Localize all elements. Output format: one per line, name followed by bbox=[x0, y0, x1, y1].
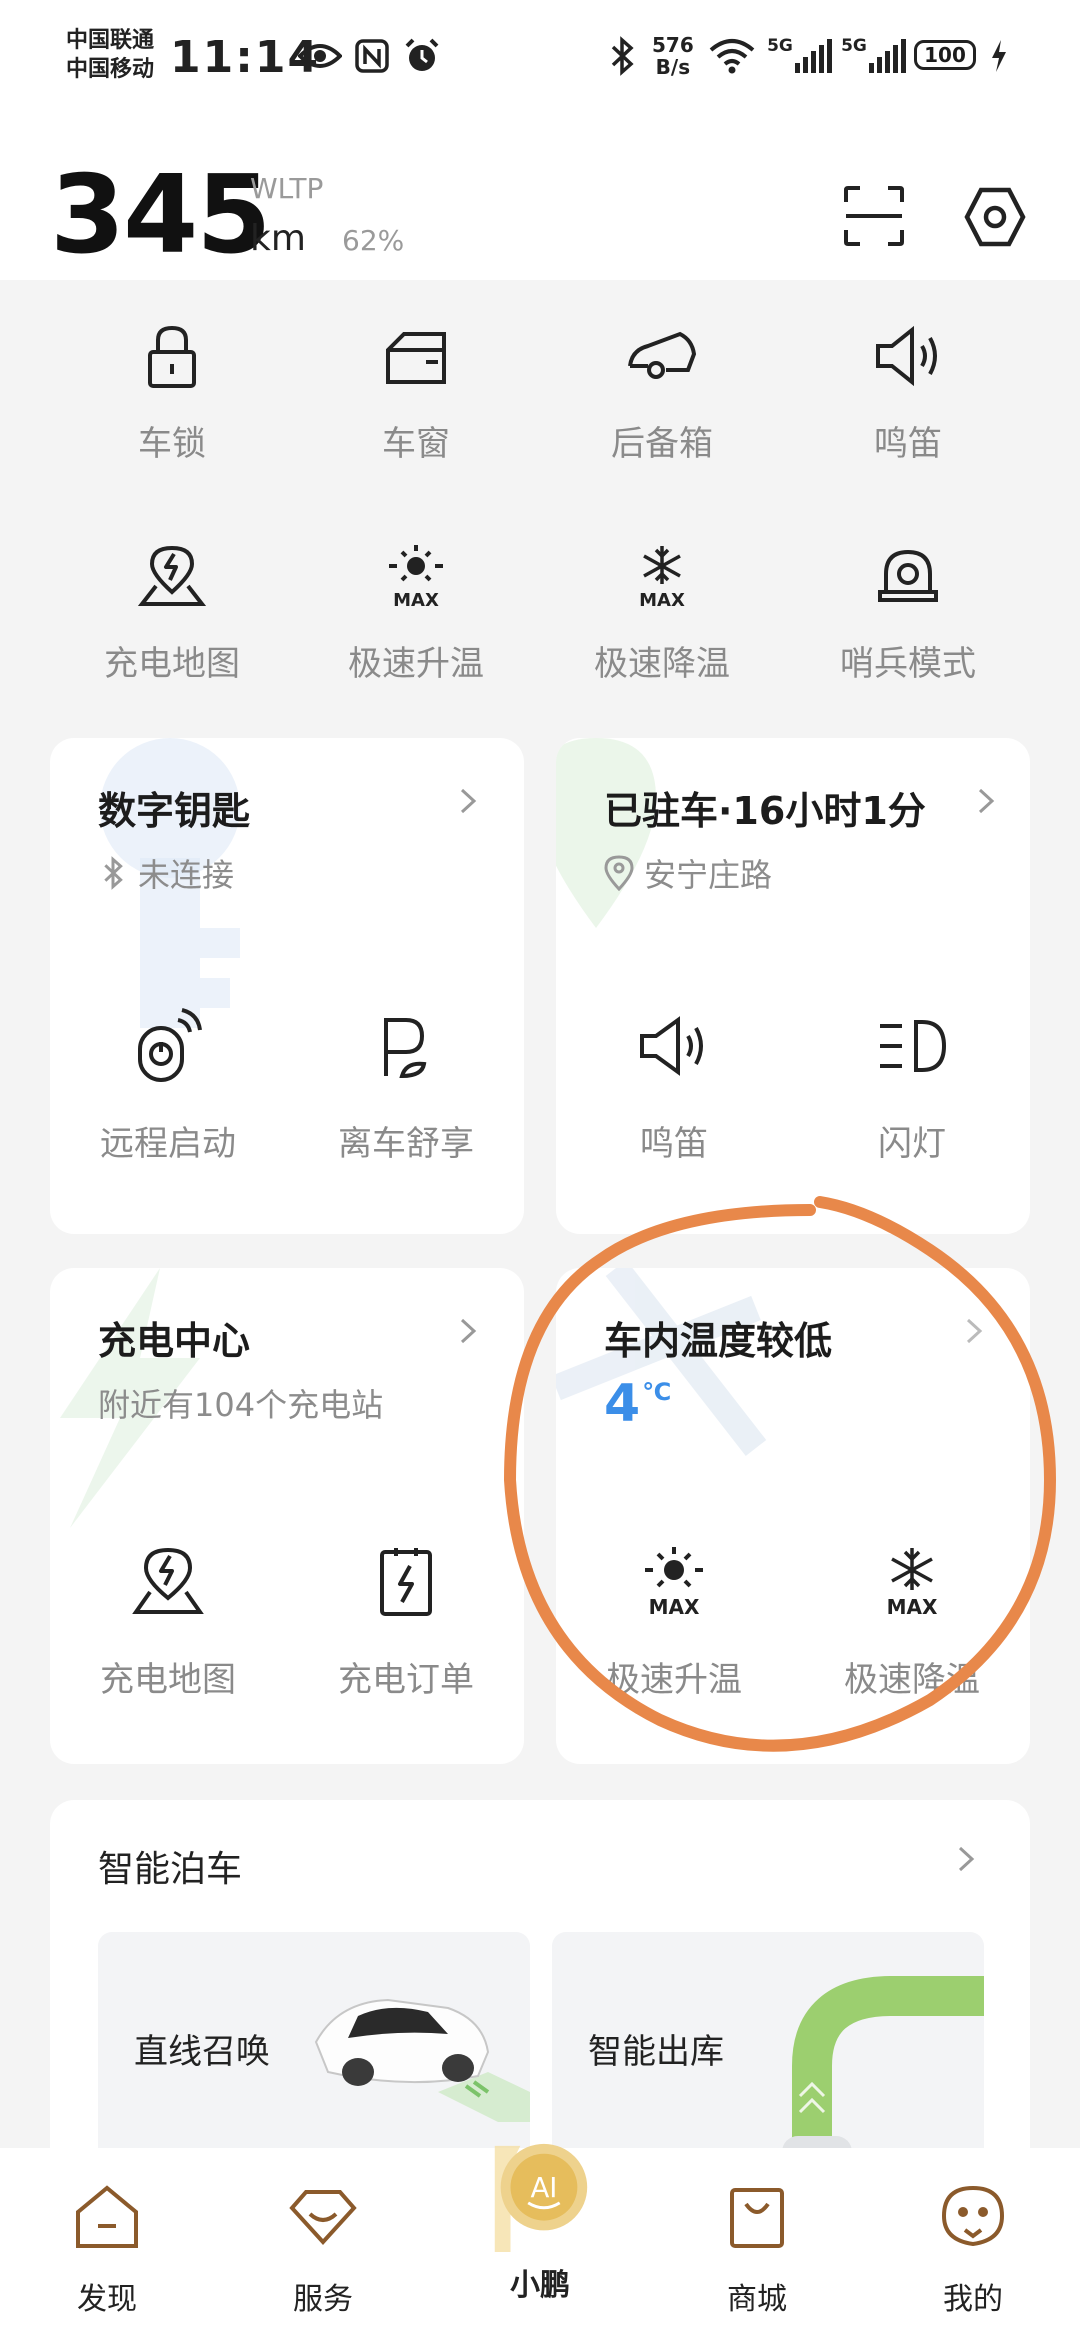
charging-order-icon bbox=[380, 1548, 432, 1616]
max-cool-icon: MAX bbox=[639, 546, 685, 611]
sentry-icon bbox=[878, 549, 938, 602]
chevron-right-icon bbox=[966, 1318, 983, 1344]
leave-car-comfort-button[interactable]: 离车舒享 bbox=[306, 1006, 506, 1165]
wifi-icon bbox=[706, 34, 758, 78]
charging-center-card[interactable]: 充电中心 附近有104个充电站 充电地图 充电订单 bbox=[50, 1268, 524, 1764]
charging-map-icon bbox=[137, 545, 207, 606]
cabin-temperature-reading: 4 ℃ bbox=[604, 1378, 671, 1430]
max-heat-button[interactable]: MAX 极速升温 bbox=[574, 1542, 774, 1701]
chevron-right-icon bbox=[460, 1318, 477, 1344]
ai-assistant-icon: AI bbox=[494, 2143, 588, 2253]
parked-title: 已驻车·16小时1分 bbox=[604, 789, 926, 833]
location-pin-icon bbox=[604, 855, 634, 891]
cabin-temperature-title: 车内温度较低 bbox=[604, 1319, 833, 1363]
charging-order-button[interactable]: 充电订单 bbox=[306, 1542, 506, 1701]
digital-key-status: 未连接 bbox=[98, 850, 234, 896]
horn-icon bbox=[640, 1016, 703, 1076]
nav-shop[interactable]: 商城 bbox=[682, 2180, 832, 2318]
battery-indicator: 100 bbox=[914, 40, 976, 70]
range-unit: km bbox=[250, 218, 306, 259]
remote-start-icon bbox=[138, 1008, 202, 1082]
eye-icon bbox=[296, 34, 344, 78]
carrier-labels: 中国联通 中国移动 bbox=[66, 26, 154, 84]
quick-charging-map[interactable]: 充电地图 bbox=[72, 522, 272, 722]
bluetooth-icon bbox=[104, 856, 123, 890]
max-heat-icon: MAX bbox=[389, 545, 443, 611]
nav-profile[interactable]: 我的 bbox=[898, 2180, 1048, 2318]
charging-map-icon bbox=[132, 1547, 204, 1614]
quick-max-heat[interactable]: MAX 极速升温 bbox=[316, 522, 516, 722]
svg-text:MAX: MAX bbox=[887, 1595, 938, 1619]
svg-text:MAX: MAX bbox=[649, 1595, 700, 1619]
signal-icon-sim2: 5G bbox=[840, 34, 908, 78]
smart-parking-title: 智能泊车 bbox=[98, 1849, 243, 1890]
carrier-2: 中国移动 bbox=[66, 57, 155, 82]
chevron-right-icon bbox=[460, 788, 477, 814]
headlight-flash-icon bbox=[880, 1020, 947, 1072]
signal-icon-sim1: 5G bbox=[766, 34, 834, 78]
parked-horn-button[interactable]: 鸣笛 bbox=[574, 1006, 774, 1165]
nfc-icon bbox=[352, 34, 392, 78]
quick-max-cool[interactable]: MAX 极速降温 bbox=[562, 522, 762, 722]
charging-bolt-icon bbox=[986, 34, 1012, 78]
location-watermark-icon bbox=[556, 738, 656, 928]
alarm-icon bbox=[400, 34, 444, 78]
charging-center-subtitle: 附近有104个充电站 bbox=[98, 1386, 384, 1424]
flash-lights-button[interactable]: 闪灯 bbox=[812, 1006, 1012, 1165]
max-heat-icon: MAX bbox=[645, 1547, 703, 1619]
digital-key-card[interactable]: 数字钥匙 未连接 远程启动 离车舒享 bbox=[50, 738, 524, 1234]
temperature-unit: ℃ bbox=[642, 1378, 672, 1406]
quick-lock[interactable]: 车锁 bbox=[72, 302, 272, 502]
profile-face-icon bbox=[941, 2185, 1005, 2247]
quick-trunk[interactable]: 后备箱 bbox=[562, 302, 762, 502]
leave-car-comfort-icon bbox=[384, 1018, 427, 1079]
carrier-1: 中国联通 bbox=[66, 28, 155, 53]
nav-discover[interactable]: 发现 bbox=[32, 2180, 182, 2318]
bluetooth-icon bbox=[604, 34, 640, 78]
home-icon bbox=[76, 2185, 138, 2248]
digital-key-title: 数字钥匙 bbox=[98, 789, 251, 833]
shop-bag-icon bbox=[730, 2188, 784, 2248]
svg-text:MAX: MAX bbox=[393, 590, 439, 611]
scan-icon[interactable] bbox=[842, 184, 906, 248]
quick-horn[interactable]: 鸣笛 bbox=[808, 302, 1008, 502]
horn-icon bbox=[876, 325, 937, 387]
cabin-temperature-card[interactable]: 车内温度较低 4 ℃ MAX 极速升温 MAX 极速降温 bbox=[556, 1268, 1030, 1764]
charging-map-button[interactable]: 充电地图 bbox=[68, 1542, 268, 1701]
parked-card[interactable]: 已驻车·16小时1分 安宁庄路 鸣笛 闪灯 bbox=[556, 738, 1030, 1234]
service-icon bbox=[289, 2190, 357, 2245]
car-image bbox=[314, 1998, 530, 2122]
battery-percent: 62% bbox=[342, 224, 405, 257]
lock-icon bbox=[148, 325, 196, 388]
range-value: 345 bbox=[50, 153, 271, 278]
parked-location: 安宁庄路 bbox=[604, 850, 772, 896]
quick-sentry[interactable]: 哨兵模式 bbox=[808, 522, 1008, 722]
temperature-value: 4 bbox=[604, 1374, 641, 1434]
range-standard: WLTP bbox=[250, 172, 324, 205]
max-cool-button[interactable]: MAX 极速降温 bbox=[812, 1542, 1012, 1701]
nav-service[interactable]: 服务 bbox=[248, 2180, 398, 2318]
chevron-right-icon bbox=[978, 788, 995, 814]
nav-xpeng[interactable]: AI 小鹏 bbox=[465, 2136, 615, 2304]
quick-window[interactable]: 车窗 bbox=[316, 302, 516, 502]
trunk-icon bbox=[628, 331, 697, 379]
charging-center-title: 充电中心 bbox=[98, 1319, 251, 1363]
settings-hexagon-icon[interactable] bbox=[962, 184, 1028, 250]
ai-badge: AI bbox=[530, 2172, 557, 2204]
chevron-right-icon bbox=[958, 1846, 975, 1872]
remote-start-button[interactable]: 远程启动 bbox=[68, 1006, 268, 1165]
max-cool-icon: MAX bbox=[887, 1548, 938, 1619]
svg-text:MAX: MAX bbox=[639, 590, 685, 611]
car-window-icon bbox=[386, 332, 446, 384]
network-speed: 576 B/s bbox=[652, 33, 694, 79]
